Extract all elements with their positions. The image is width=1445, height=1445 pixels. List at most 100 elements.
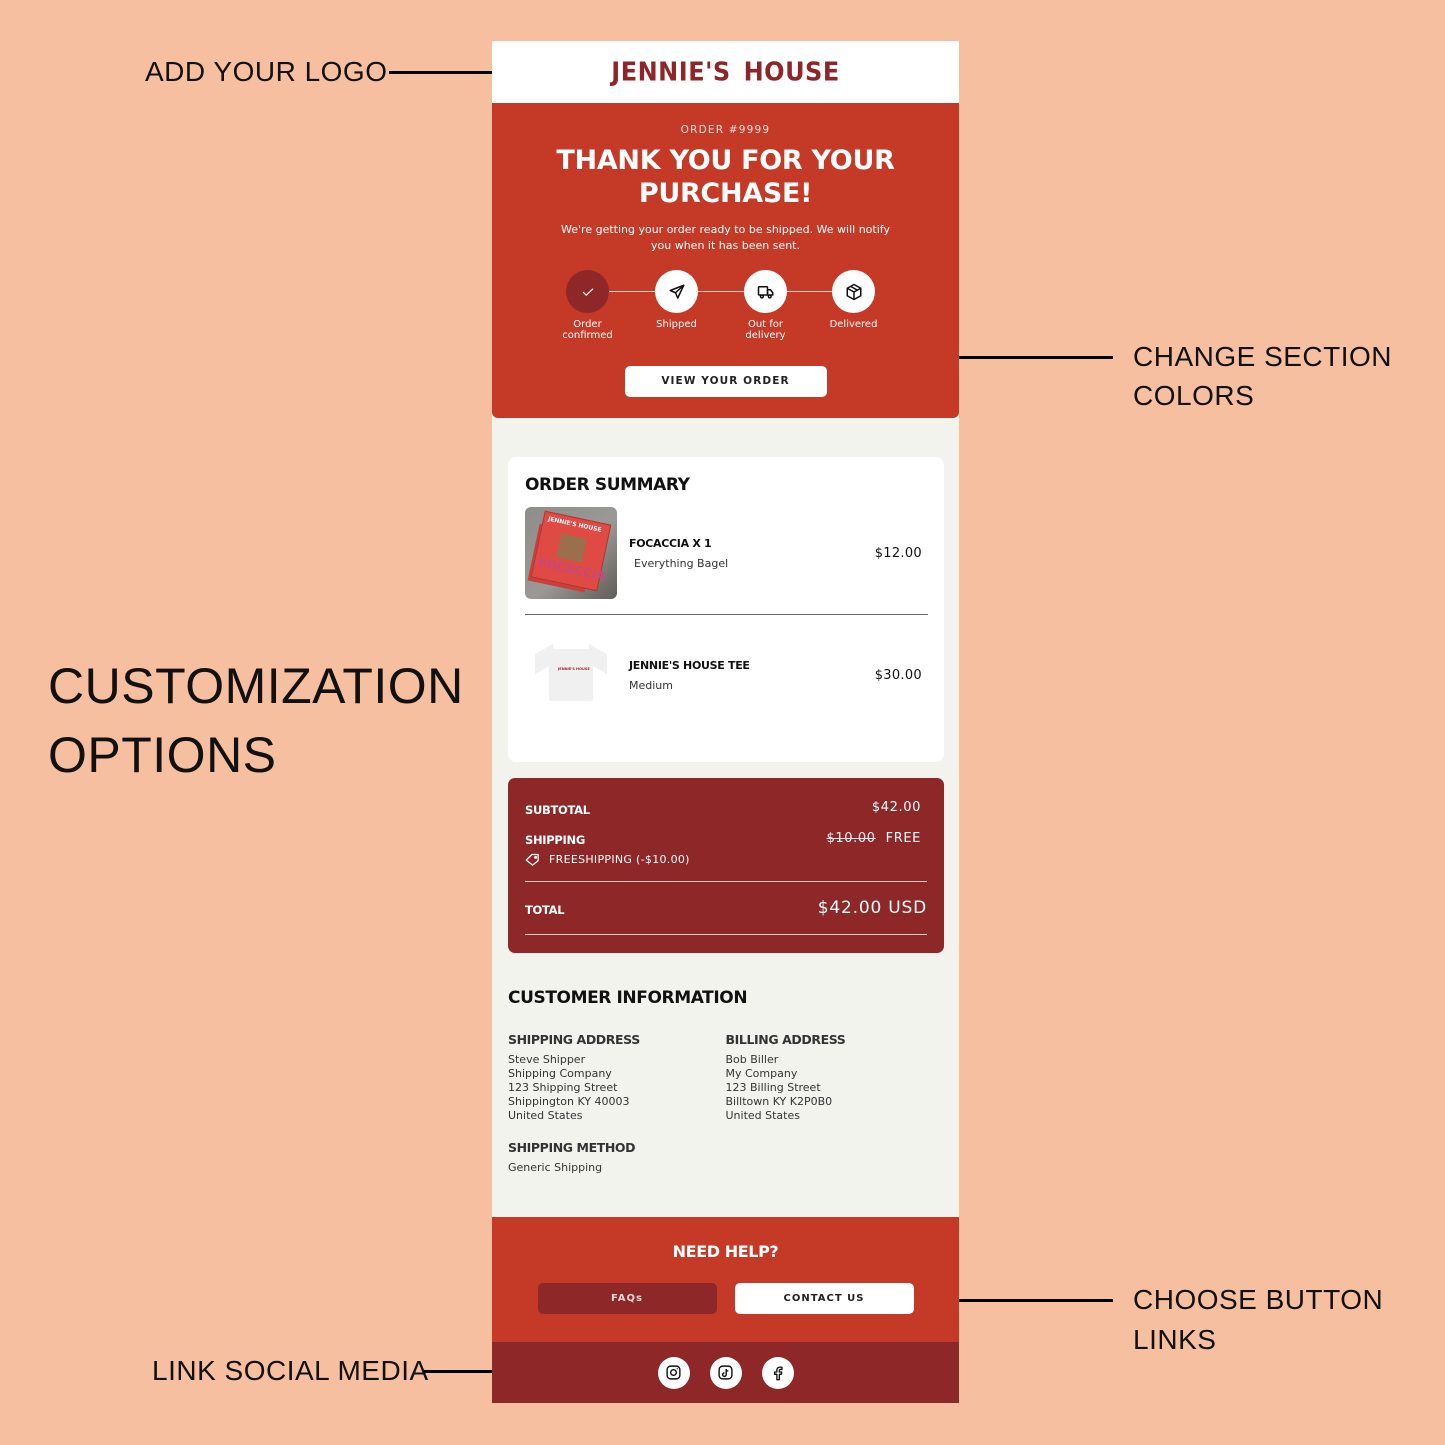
- customer-info-title: CUSTOMER INFORMATION: [508, 988, 748, 1008]
- product-image-focaccia: JENNIE'S HOUSE FOCACCIA: [525, 507, 617, 599]
- hero-title-line: PURCHASE!: [638, 178, 813, 209]
- hero-title-line: THANK YOU FOR YOUR: [556, 145, 895, 176]
- annotation-link-social: LINK SOCIAL MEDIA: [152, 1355, 429, 1386]
- step-order-confirmed: Order confirmed: [548, 270, 628, 341]
- hero-subtitle: We're getting your order ready to be shi…: [561, 223, 890, 252]
- shipping-address-label: SHIPPING ADDRESS: [508, 1032, 640, 1047]
- view-order-button[interactable]: VIEW YOUR ORDER: [624, 366, 827, 397]
- hero-section: ORDER #9999 THANK YOU FOR YOUR PURCHASE!…: [492, 103, 959, 418]
- billing-address-label: BILLING ADDRESS: [725, 1032, 846, 1047]
- email-template: JENNIE'S HOUSE ORDER #9999 THANK YOU FOR…: [492, 41, 959, 1403]
- subtotal-value: $42.00: [871, 800, 921, 815]
- need-help-title: NEED HELP?: [672, 1242, 779, 1261]
- truck-icon: [744, 270, 787, 313]
- address-line: My Company: [725, 1067, 798, 1080]
- line-item: JENNIE'S HOUSE FOCACCIA FOCACCIA X 1 Eve…: [525, 507, 928, 599]
- step-label-line: Shipped: [656, 319, 697, 330]
- tiktok-icon[interactable]: [709, 1356, 742, 1389]
- shipping-free: FREE: [885, 831, 921, 846]
- annotation-customization-1: CUSTOMIZATION: [48, 658, 464, 714]
- image-text: JENNIE'S HOUSE: [558, 667, 590, 671]
- shipping-method-value: Generic Shipping: [508, 1161, 603, 1174]
- address-line: Steve Shipper: [508, 1053, 586, 1066]
- item-variant: Medium: [629, 678, 673, 692]
- package-icon: [832, 270, 875, 313]
- divider: [525, 881, 927, 882]
- shipping-value: $10.00 FREE: [827, 831, 921, 846]
- annotation-choose-links-2: LINKS: [1133, 1324, 1217, 1355]
- product-image-tee: JENNIE'S HOUSE: [525, 629, 617, 721]
- hero-title: THANK YOU FOR YOUR PURCHASE!: [492, 144, 959, 210]
- brand-logo[interactable]: JENNIE'S HOUSE: [611, 57, 839, 87]
- order-number: ORDER #9999: [680, 124, 771, 136]
- total-label: TOTAL: [525, 903, 565, 917]
- address-line: United States: [508, 1109, 583, 1122]
- facebook-icon[interactable]: [761, 1356, 794, 1389]
- shipping-original-price: $10.00: [826, 831, 876, 846]
- divider: [525, 614, 928, 615]
- step-label: Delivered: [814, 319, 894, 330]
- item-info: FOCACCIA X 1 Everything Bagel: [629, 537, 875, 570]
- step-label: Order confirmed: [548, 319, 628, 341]
- social-links: [492, 1342, 959, 1403]
- address-line: Shippington KY 40003: [508, 1095, 630, 1108]
- faqs-button[interactable]: FAQs: [537, 1283, 717, 1314]
- item-price: $30.00: [874, 667, 922, 683]
- item-name: FOCACCIA X 1: [629, 536, 712, 550]
- contact-us-button[interactable]: CONTACT US: [734, 1283, 914, 1314]
- annotation-change-colors-1: CHANGE SECTION: [1133, 341, 1393, 372]
- step-label: Shipped: [637, 319, 717, 330]
- item-variant: Everything Bagel: [634, 556, 729, 570]
- address-line: United States: [725, 1109, 801, 1122]
- tag-icon: [525, 853, 539, 866]
- subtotal-row: SUBTOTAL $42.00: [525, 800, 927, 817]
- annotation-customization-2: OPTIONS: [48, 727, 277, 783]
- divider: [525, 934, 927, 935]
- address-line: Bob Biller: [725, 1053, 779, 1066]
- totals-card: SUBTOTAL $42.00 SHIPPING $10.00 FREE FREE…: [508, 778, 944, 953]
- shipping-row: SHIPPING $10.00 FREE: [525, 831, 927, 847]
- step-out-for-delivery: Out for delivery: [726, 270, 806, 341]
- step-label-line: Delivered: [829, 319, 878, 330]
- total-row: TOTAL $42.00 USD: [525, 898, 927, 918]
- address-line: 123 Billing Street: [725, 1081, 821, 1094]
- annotation-add-logo: ADD YOUR LOGO: [145, 56, 388, 87]
- order-summary-title: ORDER SUMMARY: [525, 475, 690, 495]
- address-line: 123 Shipping Street: [508, 1081, 618, 1094]
- step-label-line: Order: [573, 319, 602, 330]
- instagram-icon[interactable]: [657, 1356, 690, 1389]
- address-line: Shipping Company: [508, 1067, 612, 1080]
- image-detail: JENNIE'S HOUSE: [549, 649, 593, 701]
- subtotal-label: SUBTOTAL: [525, 803, 590, 817]
- annotation-change-colors-2: COLORS: [1133, 380, 1255, 411]
- step-label-line: delivery: [745, 330, 786, 341]
- send-icon: [655, 270, 698, 313]
- shipping-address-lines: Steve Shipper Shipping Company 123 Shipp…: [508, 1053, 726, 1123]
- step-label-line: confirmed: [562, 330, 613, 341]
- customer-information: CUSTOMER INFORMATION SHIPPING ADDRESS St…: [492, 953, 959, 1175]
- billing-address-lines: Bob Biller My Company 123 Billing Street…: [726, 1053, 944, 1123]
- image-detail: [556, 533, 587, 563]
- shipping-label: SHIPPING: [525, 833, 585, 847]
- step-delivered: Delivered: [814, 270, 894, 330]
- help-buttons: FAQs CONTACT US: [492, 1283, 959, 1314]
- annotation-choose-links-1: CHOOSE BUTTON: [1133, 1284, 1384, 1315]
- step-label-line: Out for: [747, 319, 784, 330]
- discount-code: FREESHIPPING (-$10.00): [525, 853, 927, 866]
- logo-bar: JENNIE'S HOUSE: [492, 41, 959, 103]
- shipping-address: SHIPPING ADDRESS Steve Shipper Shipping …: [508, 1032, 726, 1123]
- total-value: $42.00 USD: [817, 898, 927, 918]
- item-name: JENNIE'S HOUSE TEE: [629, 658, 750, 672]
- order-summary-card: ORDER SUMMARY JENNIE'S HOUSE FOCACCIA FO…: [508, 457, 944, 762]
- address-line: Billtown KY K2P0B0: [725, 1095, 833, 1108]
- shipping-method: SHIPPING METHOD Generic Shipping: [508, 1140, 943, 1175]
- discount-code-text: FREESHIPPING (-$10.00): [549, 853, 690, 866]
- line-item: JENNIE'S HOUSE JENNIE'S HOUSE TEE Medium…: [525, 629, 928, 721]
- shipping-method-label: SHIPPING METHOD: [508, 1140, 636, 1155]
- address-columns: SHIPPING ADDRESS Steve Shipper Shipping …: [508, 1032, 943, 1123]
- image-detail: JENNIE'S HOUSE FOCACCIA: [530, 510, 612, 592]
- item-price: $12.00: [874, 545, 922, 561]
- order-progress-tracker: Order confirmed Shipped Out for delivery…: [562, 270, 886, 348]
- step-shipped: Shipped: [637, 270, 717, 330]
- step-label: Out for delivery: [726, 319, 806, 341]
